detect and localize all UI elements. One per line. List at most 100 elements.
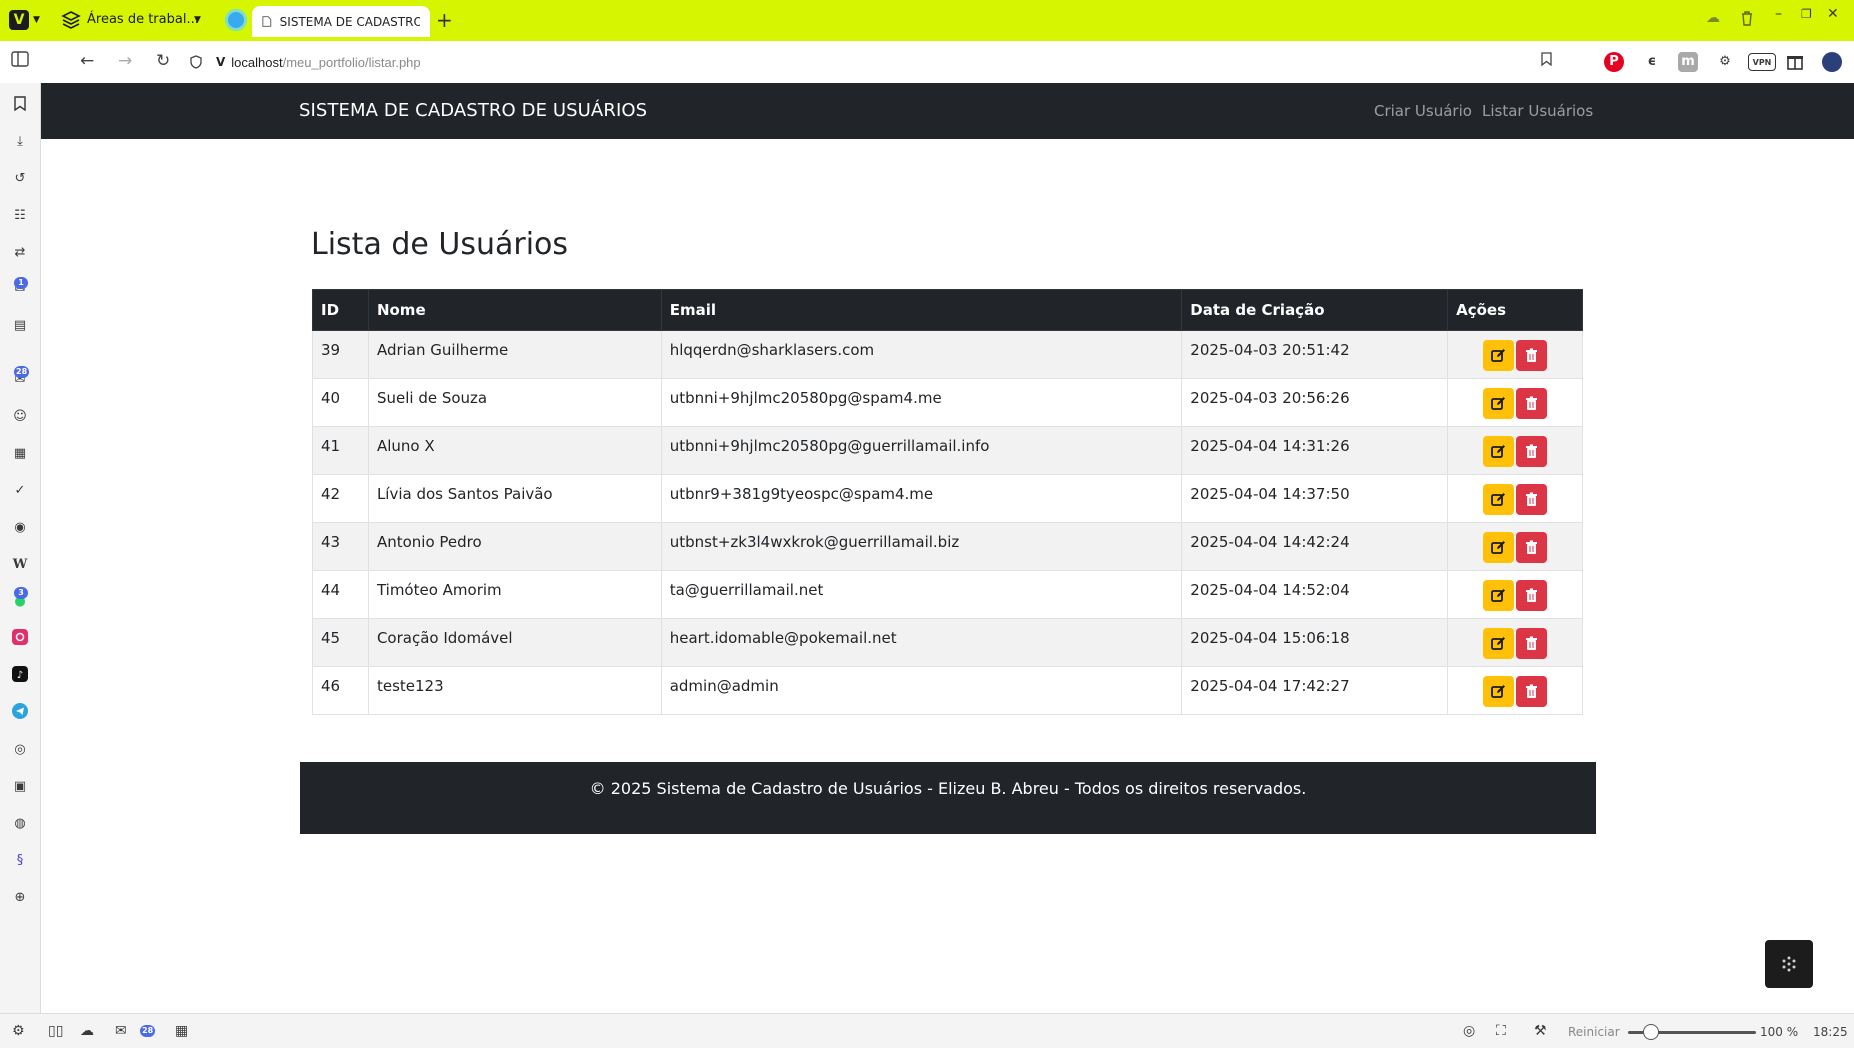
zoom-reset-button[interactable]: Reiniciar bbox=[1568, 1025, 1620, 1039]
zoom-level: 100 % bbox=[1760, 1025, 1799, 1039]
edit-button[interactable] bbox=[1483, 388, 1515, 419]
page-tiling-icon[interactable]: ⛶ bbox=[1496, 1023, 1506, 1039]
avatar[interactable] bbox=[1822, 52, 1842, 72]
threads-icon[interactable]: ◎ bbox=[10, 740, 30, 760]
calendar-icon[interactable]: ▦ bbox=[10, 444, 30, 464]
pinned-tab-icon[interactable] bbox=[225, 9, 247, 31]
chevron-down-icon[interactable]: ▼ bbox=[194, 15, 201, 25]
cell-created: 2025-04-04 14:31:26 bbox=[1181, 426, 1449, 475]
cell-actions bbox=[1447, 330, 1583, 379]
app-s-icon[interactable]: § bbox=[10, 851, 30, 871]
edit-button[interactable] bbox=[1483, 676, 1515, 707]
chevron-down-icon[interactable]: ▼ bbox=[33, 15, 40, 25]
workspaces-icon[interactable] bbox=[60, 9, 82, 31]
nav-link-create-user[interactable]: Criar Usuário bbox=[1374, 102, 1472, 120]
extension-icon[interactable]: ϵ bbox=[1642, 52, 1662, 72]
minimize-icon[interactable]: – bbox=[1775, 6, 1782, 22]
puzzle-extensions-icon[interactable]: ⚙ bbox=[1715, 52, 1735, 72]
telegram-icon[interactable] bbox=[10, 703, 30, 723]
table-row: 40 Sueli de Souza utbnni+9hjlmc20580pg@spa… bbox=[312, 378, 1583, 427]
close-icon[interactable]: ✕ bbox=[1827, 6, 1839, 22]
workspace-label[interactable]: Áreas de trabal... bbox=[87, 12, 199, 27]
edit-button[interactable] bbox=[1483, 484, 1515, 515]
panel-toggle-icon[interactable] bbox=[11, 51, 29, 72]
cell-name: Antonio Pedro bbox=[367, 522, 662, 571]
wikipedia-icon[interactable]: W bbox=[10, 555, 30, 575]
sync-cloud-icon[interactable]: ☁ bbox=[1706, 10, 1720, 26]
cell-created: 2025-04-04 14:52:04 bbox=[1181, 570, 1449, 619]
cell-id: 44 bbox=[312, 570, 369, 619]
table-row: 43 Antonio Pedro utbnst+zk3l4wxkrok@guerri… bbox=[312, 522, 1583, 571]
delete-button[interactable] bbox=[1516, 676, 1548, 707]
restore-icon[interactable]: ❐ bbox=[1801, 7, 1812, 21]
cell-created: 2025-04-04 17:42:27 bbox=[1181, 666, 1449, 715]
cloud-sync-icon[interactable]: ☁ bbox=[80, 1023, 94, 1039]
status-calendar-icon[interactable]: ▦ bbox=[175, 1023, 188, 1039]
capture-icon[interactable]: ◎ bbox=[1463, 1023, 1475, 1039]
edit-button[interactable] bbox=[1483, 580, 1515, 611]
delete-button[interactable] bbox=[1516, 340, 1548, 371]
bookmark-icon[interactable] bbox=[1536, 52, 1556, 72]
reload-icon[interactable]: ↻ bbox=[156, 51, 170, 71]
contacts-icon[interactable]: ☺ bbox=[10, 407, 30, 427]
cell-id: 45 bbox=[312, 618, 369, 667]
delete-button[interactable] bbox=[1516, 388, 1548, 419]
delete-button[interactable] bbox=[1516, 628, 1548, 659]
tiktok-icon[interactable]: ♪ bbox=[10, 666, 30, 686]
edit-button[interactable] bbox=[1483, 436, 1515, 467]
edit-button[interactable] bbox=[1483, 340, 1515, 371]
table-row: 45 Coração Idomável heart.idomable@pokemai… bbox=[312, 618, 1583, 667]
nav-link-list-users[interactable]: Listar Usuários bbox=[1482, 102, 1593, 120]
trash-icon[interactable] bbox=[1740, 10, 1754, 30]
whatsapp-badge: 3 bbox=[14, 587, 28, 599]
tasks-icon[interactable]: ✓ bbox=[10, 481, 30, 501]
svg-text:♪: ♪ bbox=[17, 670, 23, 681]
page-actions-icon[interactable]: ⚒ bbox=[1534, 1023, 1547, 1039]
new-tab-button[interactable]: + bbox=[436, 8, 453, 32]
vpn-icon[interactable]: VPN bbox=[1748, 53, 1776, 71]
tab-active[interactable]: SISTEMA DE CADASTRO DI bbox=[252, 6, 430, 37]
rss-icon[interactable]: ◉ bbox=[10, 518, 30, 538]
status-mail-icon[interactable]: ✉ bbox=[115, 1023, 127, 1039]
cell-name: Lívia dos Santos Paivão bbox=[367, 474, 662, 523]
shield-icon[interactable] bbox=[190, 55, 202, 69]
address-field[interactable]: V localhost/meu_portfolio/listar.php bbox=[190, 48, 1565, 76]
mastodon-icon[interactable]: m bbox=[1678, 52, 1698, 72]
delete-button[interactable] bbox=[1516, 484, 1548, 515]
browser-side-panel: ⤓ ↺ ☷ ⇄ ✉ 1 ▤ ✉ 28 ☺ ▦ ✓ ◉ W ● 3 ♪ ◎ ▣ ◍… bbox=[0, 83, 41, 1013]
delete-button[interactable] bbox=[1516, 580, 1548, 611]
page-title: Lista de Usuários bbox=[311, 227, 569, 262]
tab-tiling-icon[interactable]: ▯▯ bbox=[48, 1023, 63, 1039]
cell-id: 41 bbox=[312, 426, 369, 475]
reading-list-icon[interactable]: ▤ bbox=[10, 316, 30, 336]
notes-icon[interactable]: ☷ bbox=[10, 206, 30, 226]
blackbox-widget-icon[interactable] bbox=[1765, 940, 1813, 988]
instagram-icon[interactable] bbox=[10, 629, 30, 649]
cell-name: Sueli de Souza bbox=[367, 378, 662, 427]
url-host: localhost bbox=[231, 54, 283, 70]
settings-gear-icon[interactable]: ⚙ bbox=[12, 1023, 25, 1039]
pinterest-icon[interactable]: P bbox=[1604, 52, 1624, 72]
downloads-icon[interactable]: ⤓ bbox=[10, 132, 30, 152]
music-app-icon[interactable]: ◍ bbox=[10, 814, 30, 834]
cell-name: Timóteo Amorim bbox=[367, 570, 662, 619]
edit-button[interactable] bbox=[1483, 532, 1515, 563]
edit-button[interactable] bbox=[1483, 628, 1515, 659]
gift-icon[interactable] bbox=[1785, 52, 1805, 72]
cell-email: heart.idomable@pokemail.net bbox=[660, 618, 1183, 667]
site-navbar: SISTEMA DE CADASTRO DE USUÁRIOS Criar Us… bbox=[41, 83, 1854, 139]
app-icon[interactable]: ▣ bbox=[10, 777, 30, 797]
forward-arrow-icon[interactable]: → bbox=[118, 51, 132, 71]
back-arrow-icon[interactable]: ← bbox=[80, 51, 94, 71]
bookmarks-panel-icon[interactable] bbox=[10, 96, 30, 116]
delete-button[interactable] bbox=[1516, 436, 1548, 467]
vivaldi-menu-icon[interactable]: V bbox=[9, 10, 29, 30]
translate-icon[interactable]: ⇄ bbox=[10, 243, 30, 263]
site-brand[interactable]: SISTEMA DE CADASTRO DE USUÁRIOS bbox=[299, 100, 647, 121]
delete-button[interactable] bbox=[1516, 532, 1548, 563]
history-icon[interactable]: ↺ bbox=[10, 169, 30, 189]
cell-id: 40 bbox=[312, 378, 369, 427]
zoom-slider-thumb[interactable] bbox=[1643, 1024, 1659, 1040]
add-web-panel-icon[interactable]: ⊕ bbox=[10, 888, 30, 908]
footer-text: © 2025 Sistema de Cadastro de Usuários -… bbox=[589, 779, 1307, 798]
